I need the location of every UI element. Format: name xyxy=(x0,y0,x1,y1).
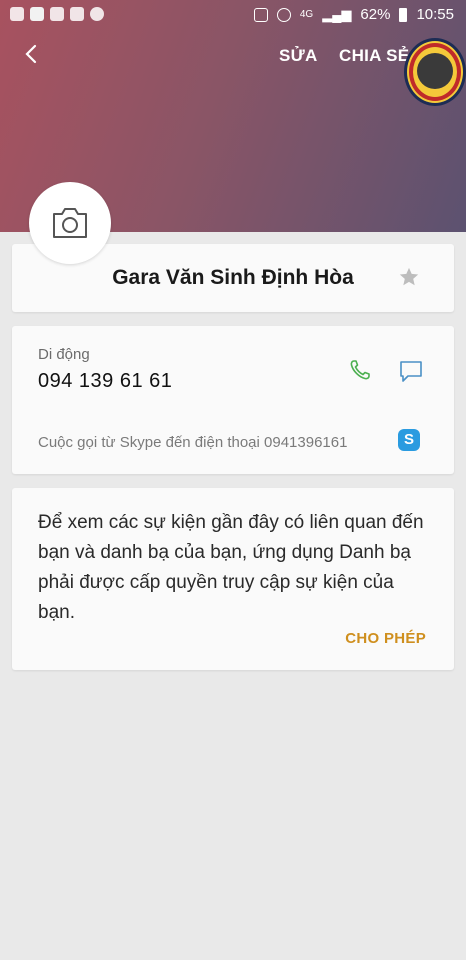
alarm-icon xyxy=(276,7,291,22)
skype-icon[interactable]: S xyxy=(398,429,420,451)
activity-notification-icon xyxy=(70,7,84,21)
battery-icon xyxy=(399,7,408,22)
messenger-notification-icon xyxy=(90,7,104,21)
camera-icon xyxy=(53,208,87,238)
edit-button[interactable]: SỬA xyxy=(279,46,318,66)
phone-number[interactable]: 094 139 61 61 xyxy=(38,370,172,393)
contact-name: Gara Văn Sinh Định Hòa xyxy=(112,266,354,289)
phone-type-label: Di động xyxy=(38,346,90,363)
back-button[interactable] xyxy=(20,42,44,66)
watermark-logo xyxy=(404,38,466,106)
app-notification-icon xyxy=(30,7,44,21)
app-notification-icon xyxy=(10,7,24,21)
mail-notification-icon xyxy=(50,7,64,21)
system-status: 4G ▂▄▆ 62% 10:55 xyxy=(253,6,454,23)
permission-card: Để xem các sự kiện gần đây có liên quan … xyxy=(12,488,454,670)
allow-button[interactable]: CHO PHÉP xyxy=(345,630,426,647)
message-icon[interactable] xyxy=(398,358,424,384)
favorite-star-icon[interactable] xyxy=(398,266,420,288)
network-4g-icon: 4G xyxy=(299,9,314,20)
call-icon[interactable] xyxy=(348,358,372,382)
nfc-icon xyxy=(253,7,268,22)
clock: 10:55 xyxy=(416,6,454,23)
skype-call-link[interactable]: Cuộc gọi từ Skype đến điện thoại 0941396… xyxy=(38,434,347,451)
phone-card: Di động 094 139 61 61 Cuộc gọi từ Skype … xyxy=(12,326,454,474)
notification-icons xyxy=(10,7,104,21)
share-button[interactable]: CHIA SẺ xyxy=(339,46,409,66)
permission-message: Để xem các sự kiện gần đây có liên quan … xyxy=(38,512,424,623)
status-bar: 4G ▂▄▆ 62% 10:55 xyxy=(0,0,466,32)
contact-photo-button[interactable] xyxy=(29,182,111,264)
signal-icon: ▂▄▆ xyxy=(322,6,352,22)
chevron-left-icon xyxy=(25,44,37,64)
battery-percent: 62% xyxy=(360,6,391,23)
